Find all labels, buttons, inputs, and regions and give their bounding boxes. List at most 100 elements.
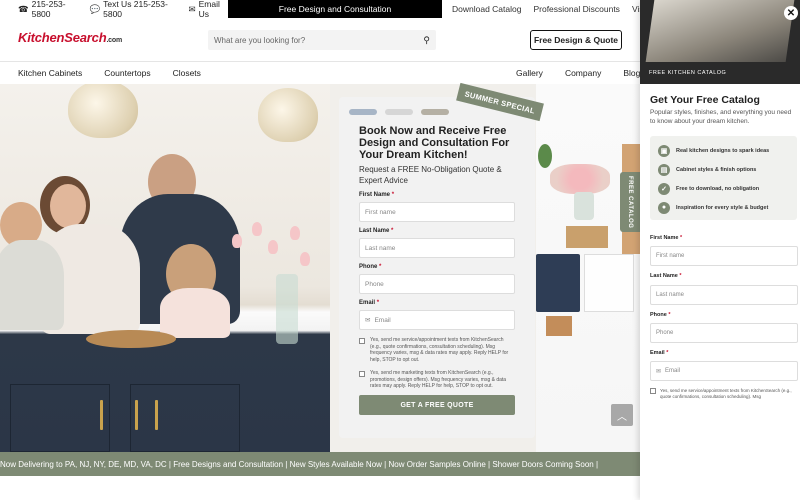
phone-icon: ☎ [18, 3, 29, 14]
boy-shirt [0, 240, 64, 330]
last-name-label: Last Name * [359, 228, 394, 234]
pendant-light [68, 84, 138, 138]
bulb-icon: ● [658, 201, 670, 214]
main-nav: Kitchen Cabinets Countertops Closets Gal… [0, 62, 640, 84]
feature-item: ✓ Free to download, no obligation [650, 179, 797, 198]
email-field[interactable]: ✉ Email [359, 310, 515, 330]
drawer-last-name-field[interactable]: Last name [650, 285, 798, 305]
free-design-quote-button[interactable]: Free Design & Quote [530, 30, 622, 50]
promo-banner[interactable]: Free Design and Consultation [228, 0, 442, 18]
drawer-last-name-label: Last Name * [650, 273, 682, 279]
feature-item: ▤ Cabinet styles & finish options [650, 160, 797, 179]
girl-dress [160, 288, 230, 338]
tulip [268, 240, 278, 254]
tulip [300, 252, 310, 266]
quote-form-card: SUMMER SPECIAL Book Now and Receive Free… [339, 82, 544, 438]
professional-discounts-link[interactable]: Professional Discounts [533, 4, 619, 14]
cabinet-handle [100, 400, 103, 430]
catalog-caption: FREE KITCHEN CATALOG [649, 70, 727, 76]
drawer-first-name-field[interactable]: First name [650, 246, 798, 266]
bread-bowl [86, 330, 176, 348]
form-title: Book Now and Receive Free Design and Con… [359, 125, 510, 161]
tulip-bouquet [550, 164, 610, 194]
vase [276, 274, 298, 344]
progress-dot [349, 109, 377, 115]
wood-swatch [546, 316, 572, 336]
announcement-ticker: Now Delivering to PA, NJ, NY, DE, MD, VA… [0, 452, 640, 476]
phone-link[interactable]: ☎ 215-253-5800 [18, 0, 78, 19]
email-link[interactable]: ✉ Email Us [189, 0, 228, 19]
drawer-phone-field[interactable]: Phone [650, 323, 798, 343]
nav-closets[interactable]: Closets [173, 68, 201, 78]
mail-icon: ✉ [188, 3, 196, 14]
drawer-first-name-label: First Name * [650, 235, 683, 241]
feature-item: ● Inspiration for every style & budget [650, 198, 797, 217]
drawer-email-field[interactable]: ✉ Email [650, 361, 798, 381]
tulip [290, 226, 300, 240]
tulip [252, 222, 262, 236]
hero-section: FREE CATALOG [0, 84, 640, 452]
cabinet-icon: ▤ [658, 163, 670, 176]
get-free-quote-button[interactable]: GET A FREE QUOTE [359, 395, 515, 415]
first-name-field[interactable]: First name [359, 202, 515, 222]
cabinet-door [130, 384, 240, 452]
cabinet-handle [135, 400, 138, 430]
progress-dot [421, 109, 449, 115]
navy-cabinet-swatch [536, 254, 580, 312]
drawer-consent-checkbox[interactable] [650, 388, 656, 394]
white-cabinet-swatch [584, 254, 634, 312]
text-us-link[interactable]: 💬 Text Us 215-253-5800 [90, 0, 177, 19]
first-name-label: First Name * [359, 192, 395, 198]
nav-blog[interactable]: Blog [623, 68, 640, 78]
mail-icon: ✉ [365, 317, 371, 324]
site-logo[interactable]: KitchenSearch.com [18, 30, 122, 45]
form-subtitle: Request a FREE No-Obligation Quote & Exp… [359, 165, 502, 185]
catalog-book [645, 0, 795, 62]
cabinet-door [10, 384, 110, 452]
consent-marketing-checkbox[interactable] [359, 371, 365, 377]
scroll-to-top-button[interactable]: ︿ [611, 404, 633, 426]
phone-label: Phone * [359, 264, 382, 270]
nav-kitchen-cabinets[interactable]: Kitchen Cabinets [18, 68, 82, 78]
phone-field[interactable]: Phone [359, 274, 515, 294]
consent-service-checkbox[interactable] [359, 338, 365, 344]
vase [574, 192, 594, 220]
mail-icon: ✉ [656, 368, 662, 375]
drawer-title: Get Your Free Catalog [650, 94, 760, 106]
consent-marketing: Yes, send me marketing texts from Kitche… [359, 370, 515, 390]
mother [50, 184, 86, 228]
consent-service: Yes, send me service/appointment texts f… [359, 337, 515, 363]
drawer-email-label: Email * [650, 350, 669, 356]
plant [538, 144, 552, 168]
drawer-phone-label: Phone * [650, 312, 671, 318]
wood-swatch [566, 226, 608, 248]
email-label: Email * [359, 300, 380, 306]
search-icon[interactable]: ⚲ [423, 35, 430, 46]
search-input[interactable]: What are you looking for? ⚲ [208, 30, 436, 50]
close-icon[interactable]: ✕ [784, 6, 798, 20]
cabinet-handle [155, 400, 158, 430]
chevron-up-icon: ︿ [617, 411, 627, 423]
download-catalog-link[interactable]: Download Catalog [452, 4, 521, 14]
drawer-subtitle: Popular styles, finishes, and everything… [650, 109, 792, 125]
feature-item: ▣ Real kitchen designs to spark ideas [650, 141, 797, 160]
progress-dot [385, 109, 413, 115]
contact-links: ☎ 215-253-5800 💬 Text Us 215-253-5800 ✉ Ema… [0, 0, 228, 19]
catalog-cover-image: FREE KITCHEN CATALOG [640, 0, 800, 84]
progress-dots [349, 109, 449, 115]
nav-gallery[interactable]: Gallery [516, 68, 543, 78]
nav-company[interactable]: Company [565, 68, 601, 78]
site-header: KitchenSearch.com What are you looking f… [0, 18, 640, 62]
image-icon: ▣ [658, 144, 670, 157]
free-catalog-tab[interactable]: FREE CATALOG [620, 172, 640, 232]
tulip [232, 234, 242, 248]
last-name-field[interactable]: Last name [359, 238, 515, 258]
nav-countertops[interactable]: Countertops [104, 68, 150, 78]
pendant-light [258, 88, 318, 142]
family-kitchen-photo [0, 84, 330, 452]
drawer-consent: Yes, send me service/appointment texts f… [650, 388, 798, 400]
catalog-features: ▣ Real kitchen designs to spark ideas ▤ Ca… [650, 136, 797, 220]
check-icon: ✓ [658, 182, 670, 195]
catalog-drawer: FREE KITCHEN CATALOG ✕ Get Your Free Cat… [640, 0, 800, 500]
kitchen-swatches-photo [536, 84, 640, 452]
